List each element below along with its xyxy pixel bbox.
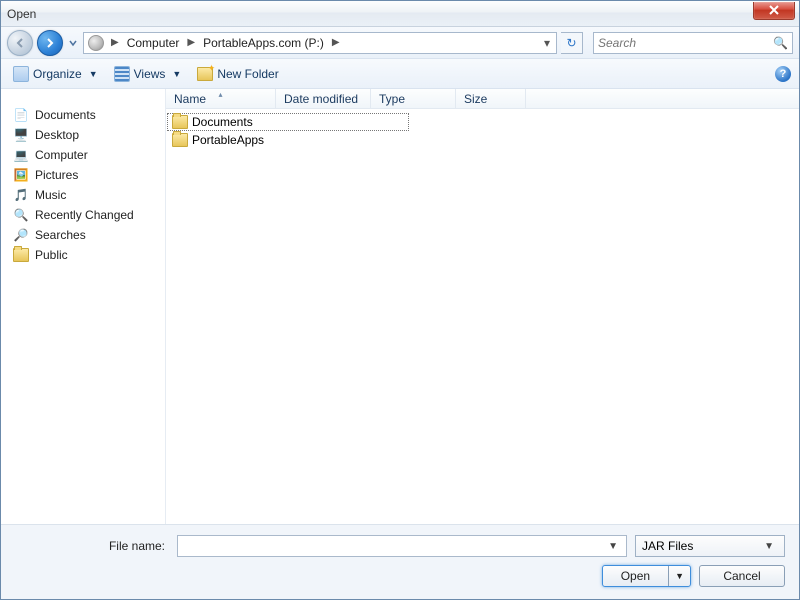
file-name-label: PortableApps (192, 133, 264, 147)
search-box[interactable]: 🔍 (593, 32, 793, 54)
sidebar-item-music[interactable]: 🎵 Music (11, 185, 165, 205)
toolbar: Organize ▼ Views ▼ New Folder ? (1, 59, 799, 89)
column-header-type[interactable]: Type (371, 89, 456, 108)
column-label: Date modified (284, 92, 358, 106)
chevron-down-icon: ▼ (760, 541, 778, 552)
sidebar-item-label: Pictures (35, 168, 78, 182)
music-icon: 🎵 (13, 187, 29, 203)
sidebar-item-documents[interactable]: 📄 Documents (11, 105, 165, 125)
nav-history-dropdown[interactable] (67, 39, 79, 47)
folder-icon (172, 115, 188, 129)
nav-forward-button[interactable] (37, 30, 63, 56)
folder-icon (172, 133, 188, 147)
recent-icon: 🔍 (13, 207, 29, 223)
sidebar-item-recently-changed[interactable]: 🔍 Recently Changed (11, 205, 165, 225)
breadcrumb-seg-computer[interactable]: Computer (124, 35, 183, 51)
address-dropdown[interactable]: ▾ (540, 36, 554, 50)
sidebar-item-label: Public (35, 248, 68, 262)
arrow-right-icon (44, 37, 56, 49)
cancel-button-label: Cancel (723, 569, 760, 583)
new-folder-icon (197, 67, 213, 81)
sidebar-item-desktop[interactable]: 🖥️ Desktop (11, 125, 165, 145)
pictures-icon: 🖼️ (13, 167, 29, 183)
file-name-label: Documents (192, 115, 253, 129)
column-label: Size (464, 92, 487, 106)
drive-icon (88, 35, 104, 51)
file-list[interactable]: Documents PortableApps (166, 109, 799, 153)
arrow-left-icon (14, 37, 26, 49)
close-button[interactable] (753, 2, 795, 20)
close-icon (768, 5, 780, 15)
chevron-down-icon[interactable]: ▼ (669, 571, 690, 581)
organize-label: Organize (33, 67, 82, 81)
desktop-icon: 🖥️ (13, 127, 29, 143)
new-folder-label: New Folder (217, 67, 278, 81)
column-label: Type (379, 92, 405, 106)
column-header-name[interactable]: ▴ Name (166, 89, 276, 108)
nav-back-button[interactable] (7, 30, 33, 56)
sidebar-item-label: Searches (35, 228, 86, 242)
open-button[interactable]: Open ▼ (602, 565, 691, 587)
filename-row: File name: ▼ JAR Files ▼ (15, 535, 785, 557)
views-icon (114, 66, 130, 82)
sidebar-item-computer[interactable]: 💻 Computer (11, 145, 165, 165)
sidebar-item-public[interactable]: Public (11, 245, 165, 265)
sidebar-item-label: Music (35, 188, 66, 202)
dialog-body: 📄 Documents 🖥️ Desktop 💻 Computer 🖼️ Picture… (1, 89, 799, 524)
file-list-panel: ▴ Name Date modified Type Size Documents… (166, 89, 799, 524)
column-header-size[interactable]: Size (456, 89, 526, 108)
organize-icon (13, 66, 29, 82)
computer-icon: 💻 (13, 147, 29, 163)
breadcrumb-separator-icon: ▶ (108, 37, 122, 48)
dialog-buttons: Open ▼ Cancel (15, 565, 785, 587)
breadcrumb-separator-icon: ▶ (184, 37, 198, 48)
cancel-button[interactable]: Cancel (699, 565, 785, 587)
breadcrumb-seg-drive[interactable]: PortableApps.com (P:) (200, 35, 327, 51)
list-item[interactable]: Documents (167, 113, 409, 131)
help-button[interactable]: ? (775, 66, 791, 82)
searches-icon: 🔎 (13, 227, 29, 243)
sidebar-item-label: Recently Changed (35, 208, 134, 222)
filename-combobox[interactable]: ▼ (177, 535, 627, 557)
chevron-down-icon: ▼ (86, 69, 98, 79)
window-title: Open (7, 7, 36, 21)
column-label: Name (174, 92, 206, 106)
sidebar-item-label: Documents (35, 108, 96, 122)
views-label: Views (134, 67, 166, 81)
sort-ascending-icon: ▴ (218, 90, 222, 99)
search-icon: 🔍 (773, 36, 788, 50)
sidebar-item-label: Computer (35, 148, 88, 162)
sidebar-item-searches[interactable]: 🔎 Searches (11, 225, 165, 245)
address-bar[interactable]: ▶ Computer ▶ PortableApps.com (P:) ▶ ▾ (83, 32, 557, 54)
list-item[interactable]: PortableApps (166, 131, 799, 149)
breadcrumb-separator-icon: ▶ (329, 37, 343, 48)
navigation-bar: ▶ Computer ▶ PortableApps.com (P:) ▶ ▾ ↻… (1, 27, 799, 59)
open-button-label: Open (603, 566, 669, 586)
filter-label: JAR Files (642, 539, 693, 553)
organize-button[interactable]: Organize ▼ (9, 64, 102, 84)
favorites-sidebar: 📄 Documents 🖥️ Desktop 💻 Computer 🖼️ Picture… (1, 89, 166, 524)
search-input[interactable] (598, 36, 773, 50)
documents-icon: 📄 (13, 107, 29, 123)
filetype-filter[interactable]: JAR Files ▼ (635, 535, 785, 557)
column-header-date[interactable]: Date modified (276, 89, 371, 108)
sidebar-item-pictures[interactable]: 🖼️ Pictures (11, 165, 165, 185)
chevron-down-icon (69, 39, 77, 47)
refresh-button[interactable]: ↻ (561, 32, 583, 54)
refresh-icon: ↻ (566, 36, 576, 50)
chevron-down-icon: ▼ (169, 69, 181, 79)
views-button[interactable]: Views ▼ (110, 64, 186, 84)
filename-input[interactable] (182, 539, 604, 553)
folder-icon (13, 247, 29, 263)
title-bar[interactable]: Open (1, 1, 799, 27)
new-folder-button[interactable]: New Folder (193, 65, 282, 83)
column-headers: ▴ Name Date modified Type Size (166, 89, 799, 109)
sidebar-item-label: Desktop (35, 128, 79, 142)
bottom-panel: File name: ▼ JAR Files ▼ Open ▼ Cancel (1, 524, 799, 599)
filename-label: File name: (15, 539, 169, 553)
chevron-down-icon[interactable]: ▼ (604, 541, 622, 552)
open-dialog: Open ▶ Computer ▶ PortableApps.com (P:) … (0, 0, 800, 600)
